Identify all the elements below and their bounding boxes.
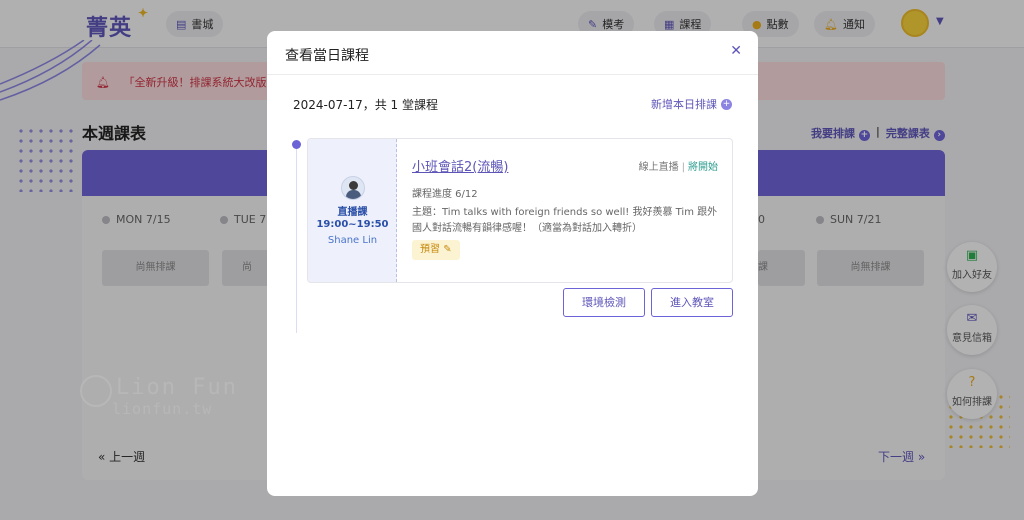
- course-status: 線上直播 | 將開始: [638, 162, 718, 173]
- modal-header: 查看當日課程 ✕: [267, 31, 758, 75]
- course-topic: 主題：Tim talks with foreign friends so wel…: [412, 207, 718, 234]
- date-summary: 2024-07-17，共 1 堂課程: [293, 98, 439, 112]
- course-progress: 課程進度 6/12: [412, 189, 478, 200]
- timeline-dot: [292, 140, 301, 149]
- teacher-avatar: [341, 176, 365, 200]
- enter-classroom-button[interactable]: 進入教室: [651, 288, 733, 317]
- daily-courses-modal: 查看當日課程 ✕ 2024-07-17，共 1 堂課程 新增本日排課 + 直播課…: [267, 31, 758, 496]
- modal-title: 查看當日課程: [285, 48, 369, 64]
- preview-button[interactable]: 預習 ✎: [412, 240, 460, 260]
- teacher-name: Shane Lin: [327, 235, 378, 246]
- lesson-card: 直播課 19:00~19:50 Shane Lin 小班會話2(流暢) 線上直播…: [307, 138, 733, 283]
- course-name-link[interactable]: 小班會話2(流暢): [412, 156, 508, 175]
- edit-icon: ✎: [443, 244, 452, 255]
- lesson-time: 19:00~19:50: [316, 219, 389, 230]
- close-icon[interactable]: ✕: [730, 43, 742, 59]
- add-daily-booking-link[interactable]: 新增本日排課 +: [651, 96, 732, 112]
- timeline-line: [296, 143, 297, 333]
- plus-icon: +: [721, 98, 732, 110]
- lesson-time-panel: 直播課 19:00~19:50 Shane Lin: [308, 139, 397, 282]
- lesson-type: 直播課: [337, 207, 368, 218]
- env-check-button[interactable]: 環境檢測: [563, 288, 645, 317]
